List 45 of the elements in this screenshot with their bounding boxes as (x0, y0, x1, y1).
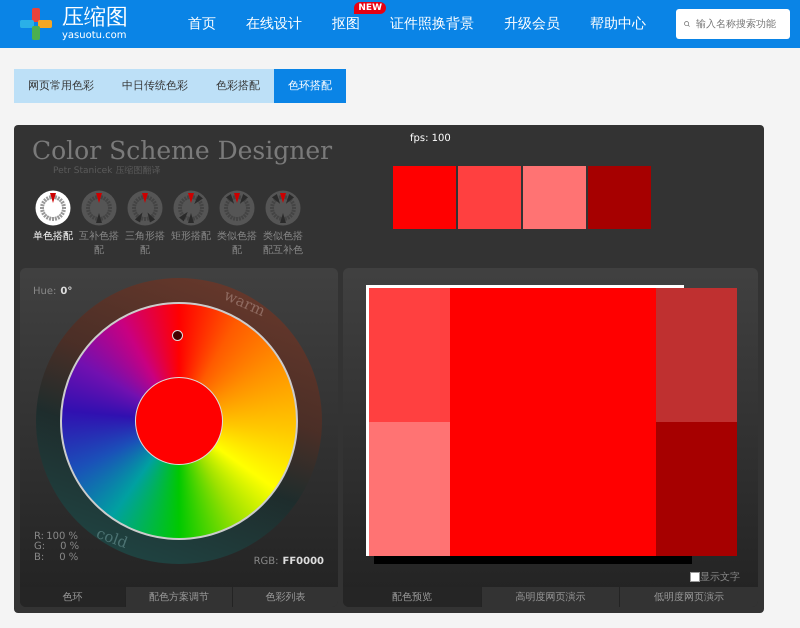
nav-link[interactable]: 首页 (188, 16, 216, 32)
scheme-label[interactable]: 类似色搭配 (214, 230, 260, 257)
channel-label: G: (34, 542, 46, 552)
scheme-label[interactable]: 三角形搭配 (122, 230, 168, 257)
search-box[interactable]: 输入名称搜索功能 (676, 9, 790, 39)
app-title: Color Scheme Designer (32, 137, 334, 164)
tab[interactable]: 高明度网页演示 (482, 587, 620, 607)
scheme-label[interactable]: 类似色搭配互补色 (260, 230, 306, 257)
color-swatch[interactable] (523, 166, 586, 229)
channel-label: B: (34, 552, 44, 563)
channel-value: 100 % (45, 532, 78, 542)
nav-link[interactable]: 帮助中心 (590, 16, 646, 32)
logo-icon (18, 6, 54, 42)
fps-counter: fps: 100 (410, 132, 452, 146)
hex-label: RGB: (254, 556, 278, 567)
tab[interactable]: 网页常用色彩 (14, 69, 108, 103)
scheme-label[interactable]: 互补色搭配 (76, 230, 122, 257)
scheme-icon[interactable] (35, 190, 71, 226)
scheme-label[interactable]: 矩形搭配 (171, 230, 211, 244)
tab[interactable]: 色彩搭配 (202, 69, 274, 103)
hue-value: 0° (60, 286, 72, 297)
tab[interactable]: 配色方案调节 (126, 587, 232, 607)
checkbox-label[interactable]: 显示文字 (700, 570, 740, 585)
search-input[interactable]: 输入名称搜索功能 (694, 16, 782, 32)
nav-link[interactable]: 升级会员 (504, 16, 560, 32)
hue-label: Hue: (33, 286, 56, 297)
channel-label: R: (34, 532, 44, 542)
color-swatch[interactable] (458, 166, 521, 229)
checkbox[interactable] (690, 572, 700, 582)
nav-link[interactable]: 在线设计 (246, 16, 302, 32)
tab[interactable]: 色彩列表 (232, 587, 338, 607)
nav-link[interactable]: 抠图 (332, 16, 360, 32)
color-swatch[interactable] (393, 166, 456, 229)
logo-domain: yasuotu.com (62, 30, 128, 42)
channel-value: 0 % (59, 542, 80, 552)
new-badge: NEW (354, 2, 386, 14)
hex-value: FF0000 (282, 556, 324, 567)
tab[interactable]: 低明度网页演示 (620, 587, 758, 607)
scheme-label[interactable]: 单色搭配 (33, 230, 73, 244)
tab[interactable]: 中日传统色彩 (108, 69, 202, 103)
color-swatch[interactable] (588, 166, 651, 229)
nav-link[interactable]: 证件照换背景 (390, 16, 474, 32)
logo-text: 压缩图 (62, 6, 128, 30)
channel-value: 0 % (58, 552, 78, 563)
tab[interactable]: 色环搭配 (274, 69, 346, 103)
